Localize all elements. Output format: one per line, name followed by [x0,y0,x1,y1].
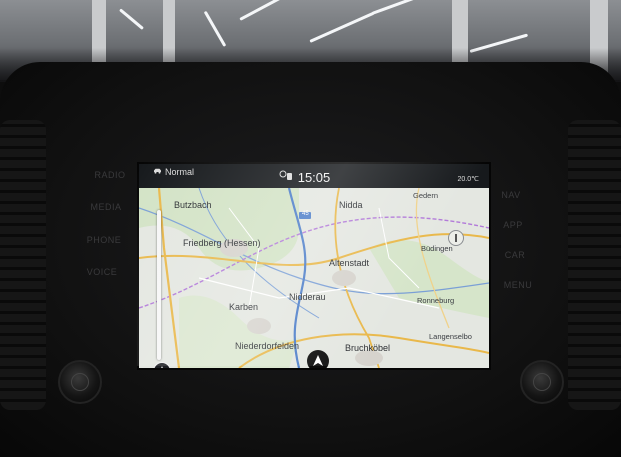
ceiling-lamp [309,11,375,43]
town-area [247,318,271,334]
air-vent-right [568,120,621,410]
place-label: Langenselbo [429,332,472,341]
car-button[interactable]: CAR [500,250,530,260]
position-arrow-icon [313,355,323,366]
north-arrow-icon [161,366,163,368]
place-label: Ronneburg [417,296,455,305]
place-label: Nidderau [289,292,326,302]
clock: 15:05 [297,170,331,185]
radio-button[interactable]: RADIO [92,170,128,180]
place-label: Büdingen [421,244,453,253]
compass-icon [455,234,457,242]
tuning-knob[interactable] [520,360,564,404]
status-bar: Normal 15:05 20.0℃ [139,164,489,189]
road-shield-label: 45 [302,211,309,217]
media-button[interactable]: MEDIA [88,202,124,212]
menu-button[interactable]: MENU [502,280,534,290]
current-position-marker [307,350,329,368]
town-area [332,270,356,286]
air-vent-left [0,120,46,410]
ceiling-lamp [119,8,144,30]
outside-temperature: 20.0℃ [457,176,480,183]
place-label: Bruchköbel [345,343,391,353]
ceiling-lamp [239,0,294,21]
infotainment-screen: Normal 15:05 20.0℃ Butzbach Nidda Gedern… [137,162,491,370]
photo-scene: RADIO MEDIA PHONE VOICE NAV APP CAR MENU… [0,0,621,457]
app-button[interactable]: APP [498,220,528,230]
place-label: Niederdorfelden [235,341,300,351]
place-label: Altenstadt [329,258,370,268]
place-label: Nidda [339,200,363,210]
place-label: Gedern [413,191,439,200]
place-label: Friedberg (Hessen) [183,238,261,248]
volume-knob[interactable] [58,360,102,404]
nav-button[interactable]: NAV [496,190,526,200]
phone-button[interactable]: PHONE [86,235,122,245]
map-graphics [139,188,489,368]
north-button[interactable] [153,362,171,368]
ceiling-lamp [371,0,448,15]
place-label: Karben [229,302,259,312]
navigation-map[interactable]: Butzbach Nidda Gedern Friedberg (Hessen)… [139,188,489,368]
place-label: Butzbach [174,200,212,210]
zoom-slider[interactable] [157,210,161,360]
ceiling-lamp [203,10,227,47]
compass-button[interactable] [448,230,464,246]
voice-button[interactable]: VOICE [84,267,120,277]
